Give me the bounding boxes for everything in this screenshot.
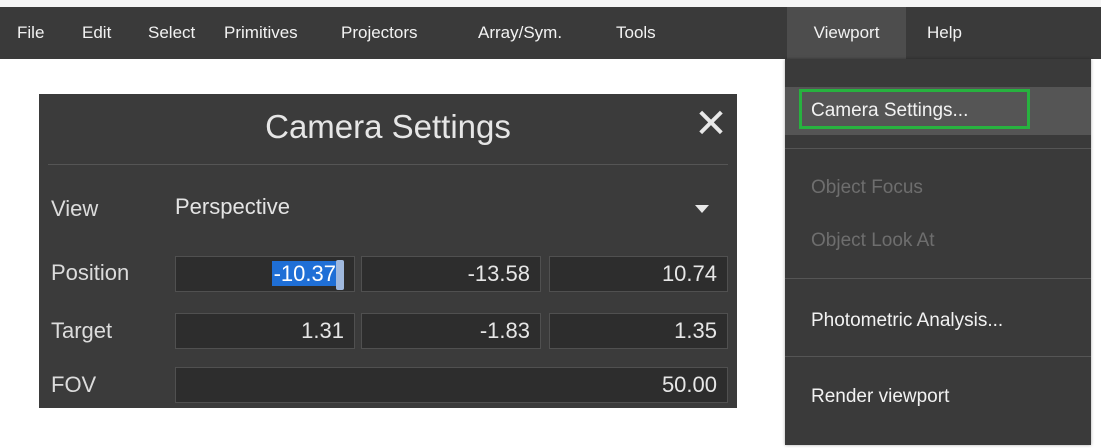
target-y-input[interactable]: -1.83 <box>361 313 541 349</box>
menu-edit[interactable]: Edit <box>68 7 125 59</box>
position-y-input[interactable]: -13.58 <box>361 256 541 292</box>
view-select[interactable]: Perspective <box>175 194 290 220</box>
highlight-box <box>799 89 1030 129</box>
target-label: Target <box>51 318 113 343</box>
camera-settings-dialog: Camera Settings ✕ View Perspective Posit… <box>39 94 737 408</box>
menu-viewport[interactable]: Viewport <box>787 7 906 59</box>
position-x-selection: -10.37 <box>271 261 338 286</box>
menu-tools[interactable]: Tools <box>602 7 670 59</box>
menu-separator <box>785 356 1091 357</box>
close-icon[interactable]: ✕ <box>693 100 729 148</box>
dialog-divider <box>48 164 728 165</box>
menu-projectors[interactable]: Projectors <box>327 7 432 59</box>
position-x-input[interactable]: -10.37 <box>175 256 355 292</box>
menu-separator <box>785 148 1091 149</box>
fov-label: FOV <box>51 372 97 397</box>
position-label: Position <box>51 260 130 285</box>
view-label: View <box>51 196 99 221</box>
target-z-input[interactable]: 1.35 <box>549 313 728 349</box>
viewport-menu: Camera Settings... Object Focus Object L… <box>785 59 1091 445</box>
menu-item-render-viewport[interactable]: Render viewport <box>785 372 1091 422</box>
menu-array-sym[interactable]: Array/Sym. <box>464 7 576 59</box>
menu-primitives[interactable]: Primitives <box>210 7 312 59</box>
menu-bar: File Edit Select Primitives Projectors A… <box>0 7 1101 59</box>
menu-file[interactable]: File <box>3 7 58 59</box>
chevron-down-icon[interactable] <box>695 205 709 213</box>
dialog-title: Camera Settings <box>265 108 511 145</box>
menu-item-photometric-analysis[interactable]: Photometric Analysis... <box>785 296 1091 346</box>
menu-select[interactable]: Select <box>134 7 209 59</box>
top-strip <box>0 0 1101 7</box>
position-z-input[interactable]: 10.74 <box>549 256 728 292</box>
target-x-input[interactable]: 1.31 <box>175 313 355 349</box>
menu-help[interactable]: Help <box>913 7 976 59</box>
text-cursor <box>336 260 344 291</box>
fov-input[interactable]: 50.00 <box>175 367 728 403</box>
menu-separator <box>785 278 1091 279</box>
menu-item-object-look-at: Object Look At <box>811 230 935 251</box>
menu-item-object-focus: Object Focus <box>811 177 923 198</box>
